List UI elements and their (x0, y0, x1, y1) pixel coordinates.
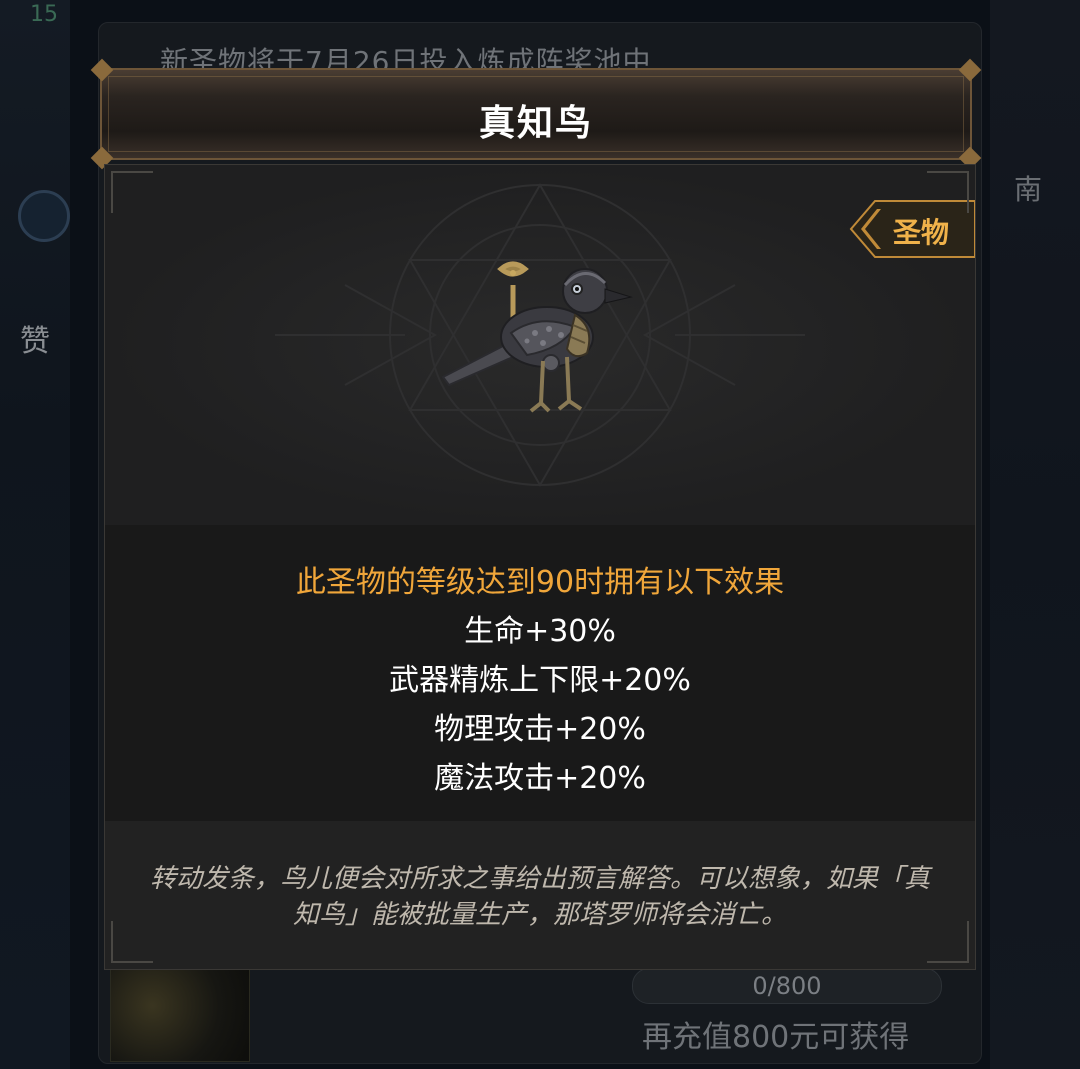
effect-item: 物理攻击+20% (434, 712, 646, 747)
mechanical-bird-icon (441, 261, 633, 413)
side-label: 赞 (20, 324, 50, 359)
modal-header: 真知鸟 (90, 58, 982, 170)
avatar[interactable] (18, 190, 70, 242)
effect-item: 魔法攻击+20% (434, 761, 646, 796)
effects-section: 此圣物的等级达到90时拥有以下效果 生命+30% 武器精炼上下限+20% 物理攻… (105, 525, 975, 821)
corner-number: 15 (30, 2, 58, 27)
frame-corner-icon (111, 171, 153, 213)
right-sidebar (990, 0, 1080, 1069)
effects-heading: 此圣物的等级达到90时拥有以下效果 (295, 565, 785, 600)
effect-item: 武器精炼上下限+20% (389, 663, 691, 698)
modal-body: 圣物 此圣物的等级达到90时拥有以下效果 生命+30% 武器精炼上下限+20% … (104, 164, 976, 970)
effect-item: 生命+30% (464, 614, 616, 649)
frame-corner-icon (111, 921, 153, 963)
recharge-hint: 再充值800元可获得 (642, 1020, 910, 1055)
progress-text: 0/800 (752, 972, 822, 1000)
relic-detail-modal: 真知鸟 圣物 此圣物的等级达到90时拥有以下效果 生命+30% 武器精炼上下限+… (90, 58, 982, 970)
frame-corner-icon (927, 171, 969, 213)
reward-thumbnail[interactable] (110, 968, 250, 1062)
recharge-progress-bar: 0/800 (632, 968, 942, 1004)
modal-title: 真知鸟 (478, 103, 593, 144)
frame-corner-icon (927, 921, 969, 963)
relic-image-area: 圣物 (105, 165, 975, 525)
relic-description: 转动发条，鸟儿便会对所求之事给出预言解答。可以想象，如果「真知鸟」能被批量生产，… (149, 864, 930, 930)
description-section: 转动发条，鸟儿便会对所求之事给出预言解答。可以想象，如果「真知鸟」能被批量生产，… (105, 821, 975, 969)
right-label: 南 (1014, 173, 1043, 206)
left-sidebar (0, 0, 70, 1069)
effects-list: 生命+30% 武器精炼上下限+20% 物理攻击+20% 魔法攻击+20% (105, 607, 975, 803)
relic-type-label: 圣物 (893, 216, 950, 249)
